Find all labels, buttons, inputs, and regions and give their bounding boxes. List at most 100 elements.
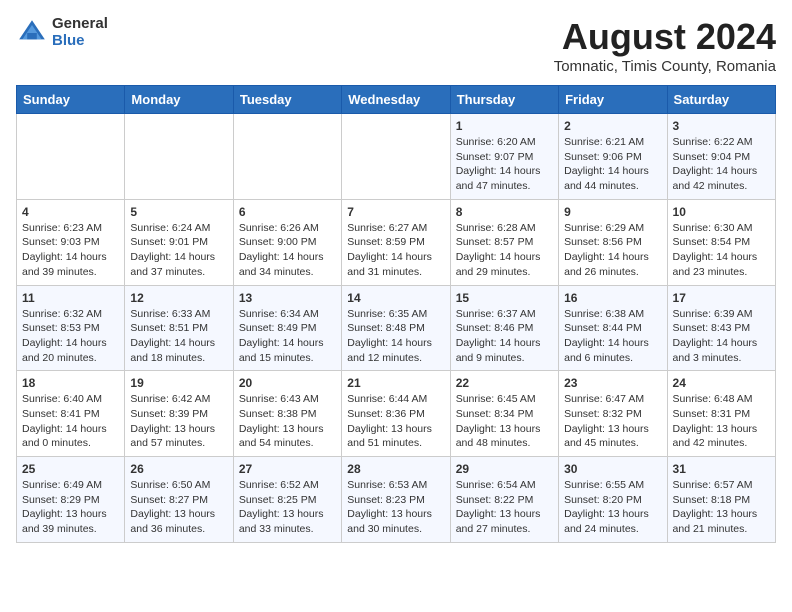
day-number: 8 <box>456 205 553 219</box>
calendar-day-cell: 13 Sunrise: 6:34 AM Sunset: 8:49 PM Dayli… <box>233 285 341 371</box>
day-info: Sunrise: 6:55 AM Sunset: 8:20 PM Dayligh… <box>564 478 661 537</box>
day-number: 24 <box>673 376 770 390</box>
day-info: Sunrise: 6:29 AM Sunset: 8:56 PM Dayligh… <box>564 221 661 280</box>
calendar-day-cell: 31 Sunrise: 6:57 AM Sunset: 8:18 PM Dayli… <box>667 457 775 543</box>
calendar-day-cell: 22Sunrise: 6:45 AM Sunset: 8:34 PM Dayli… <box>450 371 558 457</box>
logo-general-text: General <box>52 16 108 33</box>
day-info: Sunrise: 6:39 AM Sunset: 8:43 PM Dayligh… <box>673 307 770 366</box>
day-info: Sunrise: 6:23 AM Sunset: 9:03 PM Dayligh… <box>22 221 119 280</box>
day-info: Sunrise: 6:21 AM Sunset: 9:06 PM Dayligh… <box>564 135 661 194</box>
calendar-day-cell: 29Sunrise: 6:54 AM Sunset: 8:22 PM Dayli… <box>450 457 558 543</box>
logo-blue-text: Blue <box>52 33 108 50</box>
day-info: Sunrise: 6:22 AM Sunset: 9:04 PM Dayligh… <box>673 135 770 194</box>
calendar-day-cell: 16Sunrise: 6:38 AM Sunset: 8:44 PM Dayli… <box>559 285 667 371</box>
day-info: Sunrise: 6:33 AM Sunset: 8:51 PM Dayligh… <box>130 307 227 366</box>
calendar-day-cell: 8 Sunrise: 6:28 AM Sunset: 8:57 PM Daylig… <box>450 199 558 285</box>
day-number: 31 <box>673 462 770 476</box>
day-number: 19 <box>130 376 227 390</box>
calendar-day-cell: 7 Sunrise: 6:27 AM Sunset: 8:59 PM Daylig… <box>342 199 450 285</box>
location-title: Tomnatic, Timis County, Romania <box>554 58 776 75</box>
weekday-header-wednesday: Wednesday <box>342 86 450 114</box>
day-info: Sunrise: 6:44 AM Sunset: 8:36 PM Dayligh… <box>347 392 444 451</box>
day-info: Sunrise: 6:32 AM Sunset: 8:53 PM Dayligh… <box>22 307 119 366</box>
calendar-day-cell: 3 Sunrise: 6:22 AM Sunset: 9:04 PM Daylig… <box>667 114 775 200</box>
day-info: Sunrise: 6:34 AM Sunset: 8:49 PM Dayligh… <box>239 307 336 366</box>
logo-text: General Blue <box>52 16 108 49</box>
day-number: 7 <box>347 205 444 219</box>
day-number: 27 <box>239 462 336 476</box>
day-info: Sunrise: 6:37 AM Sunset: 8:46 PM Dayligh… <box>456 307 553 366</box>
day-number: 25 <box>22 462 119 476</box>
day-info: Sunrise: 6:50 AM Sunset: 8:27 PM Dayligh… <box>130 478 227 537</box>
day-info: Sunrise: 6:52 AM Sunset: 8:25 PM Dayligh… <box>239 478 336 537</box>
calendar-day-cell: 27 Sunrise: 6:52 AM Sunset: 8:25 PM Dayli… <box>233 457 341 543</box>
calendar-day-cell: 10 Sunrise: 6:30 AM Sunset: 8:54 PM Dayli… <box>667 199 775 285</box>
month-year-title: August 2024 <box>554 16 776 58</box>
day-number: 6 <box>239 205 336 219</box>
empty-day-cell <box>125 114 233 200</box>
calendar-day-cell: 14Sunrise: 6:35 AM Sunset: 8:48 PM Dayli… <box>342 285 450 371</box>
weekday-header-monday: Monday <box>125 86 233 114</box>
calendar-day-cell: 21 Sunrise: 6:44 AM Sunset: 8:36 PM Dayli… <box>342 371 450 457</box>
weekday-header-row: SundayMondayTuesdayWednesdayThursdayFrid… <box>17 86 776 114</box>
day-info: Sunrise: 6:38 AM Sunset: 8:44 PM Dayligh… <box>564 307 661 366</box>
day-number: 29 <box>456 462 553 476</box>
calendar-week-row: 11 Sunrise: 6:32 AM Sunset: 8:53 PM Dayli… <box>17 285 776 371</box>
calendar-day-cell: 24 Sunrise: 6:48 AM Sunset: 8:31 PM Dayli… <box>667 371 775 457</box>
calendar-day-cell: 26 Sunrise: 6:50 AM Sunset: 8:27 PM Dayli… <box>125 457 233 543</box>
day-number: 15 <box>456 291 553 305</box>
calendar-day-cell: 18Sunrise: 6:40 AM Sunset: 8:41 PM Dayli… <box>17 371 125 457</box>
day-number: 13 <box>239 291 336 305</box>
day-number: 26 <box>130 462 227 476</box>
day-number: 30 <box>564 462 661 476</box>
day-info: Sunrise: 6:57 AM Sunset: 8:18 PM Dayligh… <box>673 478 770 537</box>
day-info: Sunrise: 6:24 AM Sunset: 9:01 PM Dayligh… <box>130 221 227 280</box>
day-info: Sunrise: 6:40 AM Sunset: 8:41 PM Dayligh… <box>22 392 119 451</box>
calendar-day-cell: 6Sunrise: 6:26 AM Sunset: 9:00 PM Daylig… <box>233 199 341 285</box>
day-info: Sunrise: 6:49 AM Sunset: 8:29 PM Dayligh… <box>22 478 119 537</box>
day-number: 23 <box>564 376 661 390</box>
calendar-day-cell: 4Sunrise: 6:23 AM Sunset: 9:03 PM Daylig… <box>17 199 125 285</box>
day-number: 21 <box>347 376 444 390</box>
calendar-day-cell: 30 Sunrise: 6:55 AM Sunset: 8:20 PM Dayli… <box>559 457 667 543</box>
calendar-week-row: 4Sunrise: 6:23 AM Sunset: 9:03 PM Daylig… <box>17 199 776 285</box>
day-info: Sunrise: 6:48 AM Sunset: 8:31 PM Dayligh… <box>673 392 770 451</box>
weekday-header-sunday: Sunday <box>17 86 125 114</box>
day-number: 3 <box>673 119 770 133</box>
calendar-week-row: 18Sunrise: 6:40 AM Sunset: 8:41 PM Dayli… <box>17 371 776 457</box>
calendar-day-cell: 20 Sunrise: 6:43 AM Sunset: 8:38 PM Dayli… <box>233 371 341 457</box>
day-number: 2 <box>564 119 661 133</box>
day-number: 9 <box>564 205 661 219</box>
calendar-day-cell: 11 Sunrise: 6:32 AM Sunset: 8:53 PM Dayli… <box>17 285 125 371</box>
day-number: 17 <box>673 291 770 305</box>
calendar-day-cell: 28Sunrise: 6:53 AM Sunset: 8:23 PM Dayli… <box>342 457 450 543</box>
day-number: 14 <box>347 291 444 305</box>
calendar-day-cell: 5 Sunrise: 6:24 AM Sunset: 9:01 PM Daylig… <box>125 199 233 285</box>
day-info: Sunrise: 6:47 AM Sunset: 8:32 PM Dayligh… <box>564 392 661 451</box>
calendar-day-cell: 23 Sunrise: 6:47 AM Sunset: 8:32 PM Dayli… <box>559 371 667 457</box>
day-number: 1 <box>456 119 553 133</box>
calendar-day-cell: 15 Sunrise: 6:37 AM Sunset: 8:46 PM Dayli… <box>450 285 558 371</box>
weekday-header-saturday: Saturday <box>667 86 775 114</box>
day-number: 11 <box>22 291 119 305</box>
day-info: Sunrise: 6:43 AM Sunset: 8:38 PM Dayligh… <box>239 392 336 451</box>
calendar-week-row: 1 Sunrise: 6:20 AM Sunset: 9:07 PM Daylig… <box>17 114 776 200</box>
day-info: Sunrise: 6:28 AM Sunset: 8:57 PM Dayligh… <box>456 221 553 280</box>
day-info: Sunrise: 6:45 AM Sunset: 8:34 PM Dayligh… <box>456 392 553 451</box>
day-info: Sunrise: 6:30 AM Sunset: 8:54 PM Dayligh… <box>673 221 770 280</box>
page-header: General Blue August 2024 Tomnatic, Timis… <box>16 16 776 75</box>
day-info: Sunrise: 6:42 AM Sunset: 8:39 PM Dayligh… <box>130 392 227 451</box>
empty-day-cell <box>17 114 125 200</box>
logo-icon <box>16 17 48 49</box>
weekday-header-friday: Friday <box>559 86 667 114</box>
day-number: 10 <box>673 205 770 219</box>
calendar-day-cell: 19 Sunrise: 6:42 AM Sunset: 8:39 PM Dayli… <box>125 371 233 457</box>
logo: General Blue <box>16 16 108 49</box>
day-number: 20 <box>239 376 336 390</box>
calendar-day-cell: 2 Sunrise: 6:21 AM Sunset: 9:06 PM Daylig… <box>559 114 667 200</box>
day-info: Sunrise: 6:27 AM Sunset: 8:59 PM Dayligh… <box>347 221 444 280</box>
day-info: Sunrise: 6:20 AM Sunset: 9:07 PM Dayligh… <box>456 135 553 194</box>
weekday-header-thursday: Thursday <box>450 86 558 114</box>
empty-day-cell <box>233 114 341 200</box>
day-number: 5 <box>130 205 227 219</box>
